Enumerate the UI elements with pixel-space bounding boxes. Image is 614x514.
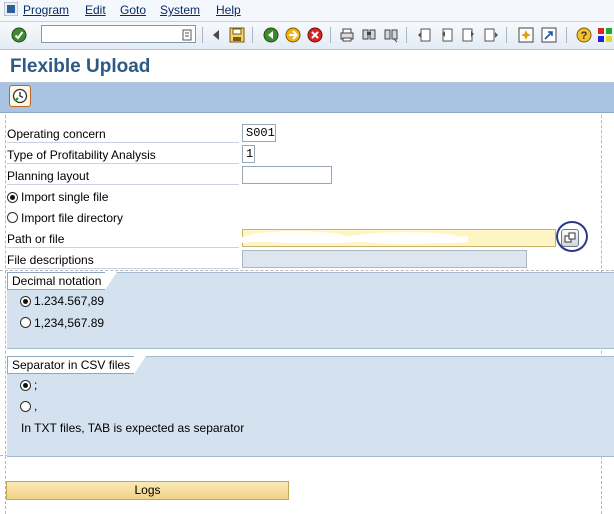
separator-note: In TXT files, TAB is expected as separat… (21, 421, 245, 435)
toolbar-separator (252, 27, 253, 43)
first-page-icon[interactable] (416, 26, 434, 44)
command-history-icon[interactable] (178, 26, 196, 44)
toolbar-separator (330, 27, 331, 43)
sap-logo-icon[interactable] (3, 1, 19, 17)
decimal-notation-title: Decimal notation (7, 272, 118, 290)
label-underline (7, 163, 239, 164)
toolbar-separator (566, 27, 567, 43)
menu-goto[interactable]: Goto (120, 3, 146, 17)
import-single-label: Import single file (21, 190, 109, 204)
menu-help[interactable]: Help (216, 3, 241, 17)
application-toolbar (0, 83, 614, 113)
last-page-icon[interactable] (482, 26, 500, 44)
profitability-type-input[interactable]: 1 (242, 145, 255, 163)
decimal-option-2-label: 1,234,567.89 (34, 316, 105, 330)
import-directory-label: Import file directory (21, 211, 124, 225)
toolbar-separator (406, 27, 407, 43)
command-field[interactable] (41, 25, 196, 43)
menu-edit[interactable]: Edit (85, 3, 106, 17)
label-underline (7, 184, 239, 185)
help-icon[interactable]: ? (575, 26, 593, 44)
find-next-icon[interactable] (382, 26, 400, 44)
separator-semicolon-radio[interactable] (20, 380, 31, 391)
previous-page-icon[interactable] (438, 26, 456, 44)
back-icon[interactable] (262, 26, 280, 44)
planning-layout-label: Planning layout (7, 169, 90, 183)
path-label: Path or file (7, 232, 65, 246)
print-icon[interactable] (338, 26, 356, 44)
shortcut-icon[interactable] (540, 26, 558, 44)
separator-semicolon-label: ; (34, 378, 38, 392)
label-underline (7, 142, 239, 143)
path-redaction (236, 227, 476, 247)
label-underline (7, 268, 239, 269)
separator-comma-radio[interactable] (20, 401, 31, 412)
file-descriptions-label: File descriptions (7, 253, 94, 267)
decimal-option-1-radio[interactable] (20, 296, 31, 307)
frame-dotted-line-mid (0, 270, 614, 271)
separator-comma-label: , (34, 399, 38, 413)
execute-button[interactable] (9, 85, 31, 107)
find-icon[interactable] (360, 26, 378, 44)
logs-button[interactable]: Logs (6, 481, 289, 500)
decimal-option-2-radio[interactable] (20, 317, 31, 328)
highlight-ring (556, 221, 588, 252)
layout-icon[interactable] (596, 26, 614, 44)
file-descriptions-input (242, 250, 527, 268)
operating-concern-input[interactable]: S001 (242, 124, 276, 142)
next-page-icon[interactable] (460, 26, 478, 44)
svg-text:?: ? (581, 30, 588, 42)
label-underline (7, 247, 239, 248)
check-icon[interactable] (10, 26, 28, 44)
enter-left-icon[interactable] (207, 26, 225, 44)
cancel-icon[interactable] (306, 26, 324, 44)
execute-clock-icon (12, 88, 28, 104)
toolbar-separator (202, 27, 203, 43)
profitability-type-label: Type of Profitability Analysis (7, 148, 156, 162)
import-directory-radio[interactable] (7, 212, 18, 223)
exit-icon[interactable] (284, 26, 302, 44)
planning-layout-input[interactable] (242, 166, 332, 184)
save-icon[interactable] (228, 26, 246, 44)
page-title: Flexible Upload (10, 56, 151, 77)
csv-separator-title: Separator in CSV files (7, 356, 147, 374)
menu-system[interactable]: System (160, 3, 200, 17)
create-session-icon[interactable] (517, 26, 535, 44)
decimal-option-1-label: 1.234.567,89 (34, 294, 105, 308)
menu-program[interactable]: Program (23, 3, 69, 17)
toolbar-separator (506, 27, 507, 43)
import-single-radio[interactable] (7, 192, 18, 203)
operating-concern-label: Operating concern (7, 127, 106, 141)
